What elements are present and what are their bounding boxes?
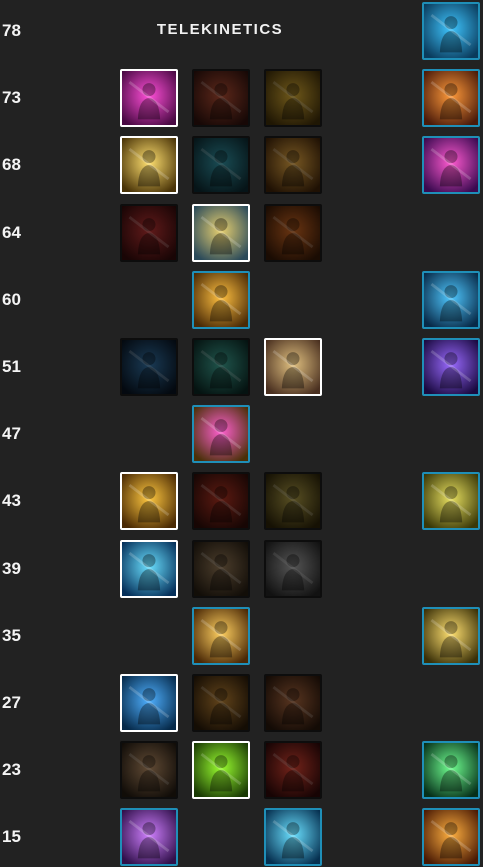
level-label: 27: [2, 693, 21, 712]
talent-slot[interactable]: [120, 203, 178, 262]
talent-slot[interactable]: [264, 741, 322, 800]
shadow-figure-icon: [122, 340, 176, 394]
blue-fountain-icon: [266, 810, 320, 865]
blue-pillar-icon: [122, 541, 176, 596]
green-blade-icon: [424, 743, 478, 798]
golden-burst-icon: [194, 608, 248, 663]
level-label: 35: [2, 625, 21, 645]
burning-figure-icon: [266, 205, 320, 260]
talent-slot[interactable]: [264, 808, 322, 867]
faded-figure-icon: [194, 541, 248, 596]
talent-slot[interactable]: [192, 606, 250, 665]
talent-slot[interactable]: [120, 136, 178, 195]
talent-slot[interactable]: [422, 69, 480, 128]
tree-title: TELEKINETICS: [156, 21, 284, 38]
talent-slot[interactable]: [120, 741, 178, 800]
talent-slot[interactable]: [264, 472, 322, 531]
talent-slot[interactable]: [192, 539, 250, 598]
pink-dash-icon: [122, 71, 176, 126]
talent-slot[interactable]: [120, 338, 178, 396]
rubble-icon: [266, 676, 320, 730]
talent-slot[interactable]: [264, 338, 322, 396]
talent-slot[interactable]: [422, 741, 480, 800]
talent-slot[interactable]: [192, 405, 250, 464]
gold-figure-icon: [266, 71, 320, 126]
raised-fist-icon: [194, 676, 248, 730]
talent-slot[interactable]: [264, 674, 322, 732]
level-label: 64: [2, 222, 21, 242]
level-label: 73: [2, 88, 21, 108]
orange-hand-icon: [424, 810, 478, 865]
purple-shield-icon: [122, 810, 176, 865]
talent-slot[interactable]: [192, 203, 250, 262]
talent-slot[interactable]: [422, 270, 480, 329]
grey-wind-icon: [266, 541, 320, 596]
level-label: 68: [2, 155, 21, 175]
robed-master-icon: [266, 340, 320, 394]
golden-projectile-icon: [194, 272, 248, 327]
talent-slot[interactable]: [120, 472, 178, 531]
level-label: 15: [2, 827, 21, 847]
teal-sprint-icon: [194, 340, 248, 394]
raised-arms-icon: [424, 608, 478, 663]
talent-slot[interactable]: [192, 270, 250, 329]
level-label: 23: [2, 760, 21, 780]
red-spin-icon: [194, 71, 248, 126]
telekinetic-hand-icon: [424, 4, 478, 58]
talent-slot[interactable]: [264, 136, 322, 195]
green-head-icon: [194, 743, 248, 798]
talent-slot[interactable]: [422, 606, 480, 665]
talent-slot[interactable]: [264, 69, 322, 128]
force-palm-icon: [122, 743, 176, 798]
pink-lightning-icon: [194, 407, 248, 462]
level-label: 43: [2, 491, 21, 511]
level-label: 51: [2, 357, 21, 376]
red-runner-icon: [122, 205, 176, 260]
talent-slot[interactable]: [192, 69, 250, 128]
orbiting-stones-icon: [194, 205, 248, 260]
talent-slot[interactable]: [422, 472, 480, 531]
twin-heads-icon: [424, 474, 478, 529]
talent-slot[interactable]: [192, 674, 250, 732]
blue-fist-icon: [424, 272, 478, 327]
talent-slot[interactable]: [422, 136, 480, 195]
level-label: 60: [2, 289, 21, 309]
olive-meditation-icon: [266, 474, 320, 529]
golden-beam-icon: [122, 138, 176, 193]
talent-slot[interactable]: [120, 69, 178, 128]
teal-figure-icon: [194, 138, 248, 193]
talent-slot[interactable]: [422, 2, 480, 60]
talent-slot[interactable]: [120, 674, 178, 732]
talent-slot[interactable]: [120, 539, 178, 598]
level-label: 39: [2, 558, 21, 578]
orange-blast-icon: [424, 71, 478, 126]
level-label: 47: [2, 424, 21, 444]
purple-dome-icon: [424, 340, 478, 394]
purple-storm-icon: [424, 138, 478, 193]
golden-pyramid-icon: [266, 138, 320, 193]
talent-slot[interactable]: [264, 203, 322, 262]
level-label: 78: [2, 21, 21, 40]
blue-palm-icon: [122, 676, 176, 730]
talent-slot[interactable]: [192, 472, 250, 531]
talent-slot[interactable]: [264, 539, 322, 598]
talent-slot[interactable]: [422, 808, 480, 867]
red-crowd-icon: [194, 474, 248, 529]
talent-slot[interactable]: [120, 808, 178, 867]
golden-aura-icon: [122, 474, 176, 529]
talent-slot[interactable]: [192, 338, 250, 396]
talent-slot[interactable]: [192, 741, 250, 800]
red-beam-icon: [266, 743, 320, 798]
talent-slot[interactable]: [192, 136, 250, 195]
talent-slot[interactable]: [422, 338, 480, 396]
